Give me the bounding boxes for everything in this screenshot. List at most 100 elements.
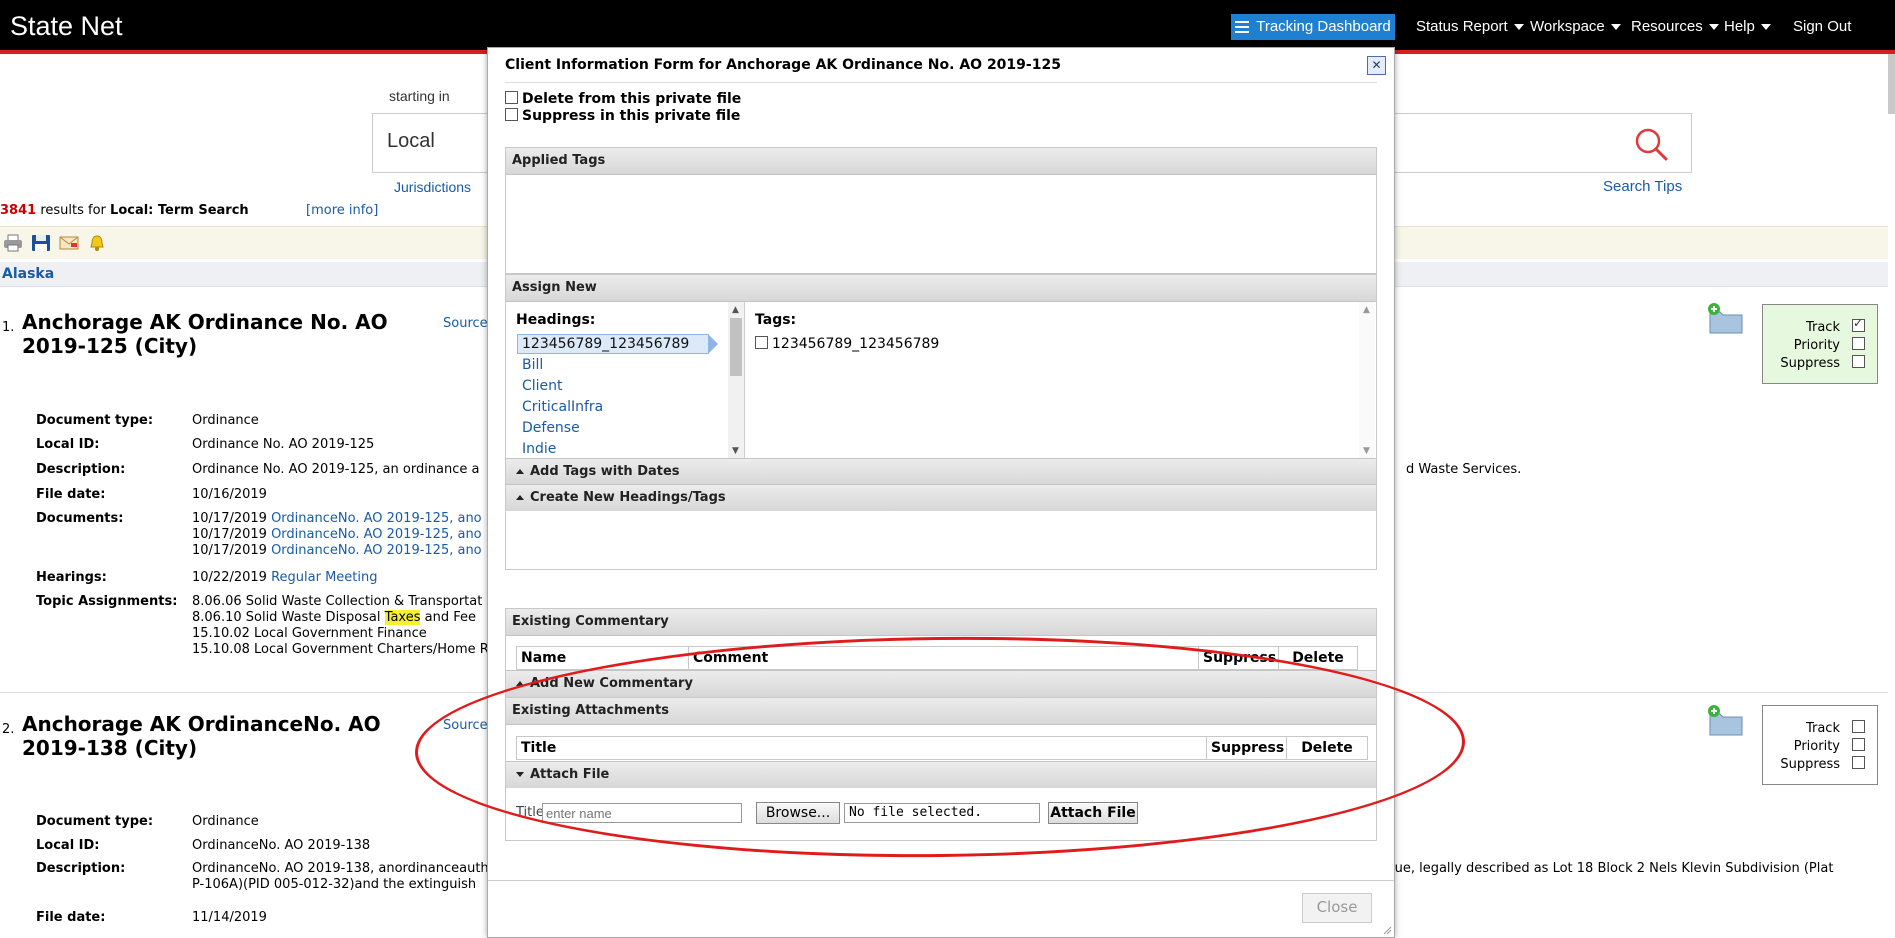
existing-attachments-panel: Existing Attachments Title Suppress Dele… xyxy=(505,697,1377,841)
column-comment: Comment xyxy=(689,647,1199,669)
attach-file-button[interactable]: Attach File xyxy=(1048,802,1138,824)
add-folder-icon[interactable] xyxy=(1706,302,1746,336)
browse-button[interactable]: Browse... xyxy=(756,802,840,824)
starting-in-label: starting in xyxy=(389,88,450,104)
close-icon[interactable]: ✕ xyxy=(1367,56,1386,75)
description-value: Ordinance No. AO 2019-125, an ordinance … xyxy=(192,462,480,477)
top-navigation-bar: State Net Tracking Dashboard Status Repo… xyxy=(0,0,1895,54)
document-entry: 10/17/2019 OrdinanceNo. AO 2019-125, ano xyxy=(192,511,482,526)
heading-item[interactable]: Defense xyxy=(522,420,580,436)
suppress-checkbox[interactable] xyxy=(1852,355,1865,368)
suppress-in-file-option[interactable]: Suppress in this private file xyxy=(505,108,740,124)
suppress-label: Suppress xyxy=(1780,757,1840,772)
tags-scrollbar[interactable]: ▲ ▼ xyxy=(1359,302,1375,458)
alert-bell-icon[interactable] xyxy=(87,234,107,252)
delete-checkbox[interactable] xyxy=(505,91,518,104)
local-id-value: Ordinance No. AO 2019-125 xyxy=(192,437,375,452)
page-scrollbar[interactable] xyxy=(1888,54,1895,114)
caret-down-icon xyxy=(1708,24,1719,31)
priority-label: Priority xyxy=(1793,739,1840,754)
create-headings-toggle[interactable]: Create New Headings/Tags xyxy=(506,484,1376,511)
close-button[interactable]: Close xyxy=(1302,893,1372,923)
heading-item-selected[interactable]: 123456789_123456789 xyxy=(517,334,718,354)
add-tags-with-dates-toggle[interactable]: Add Tags with Dates xyxy=(506,458,1376,485)
suppress-option[interactable]: Suppress xyxy=(1780,355,1865,371)
track-option[interactable]: Track xyxy=(1806,316,1865,335)
track-checkbox[interactable] xyxy=(1852,316,1865,332)
tag-label: 123456789_123456789 xyxy=(772,336,940,352)
scroll-thumb[interactable] xyxy=(730,318,742,376)
track-checkbox[interactable] xyxy=(1852,720,1865,733)
save-icon[interactable] xyxy=(31,234,51,252)
heading-item[interactable]: Indie xyxy=(522,441,556,457)
tracking-dashboard-button[interactable]: Tracking Dashboard xyxy=(1231,14,1395,40)
description-line-2: P-106A)(PID 005-012-32)and the extinguis… xyxy=(192,877,477,892)
attach-file-toggle[interactable]: Attach File xyxy=(506,761,1376,788)
suppress-option[interactable]: Suppress xyxy=(1780,756,1865,772)
scroll-up-icon[interactable]: ▲ xyxy=(1363,305,1370,315)
priority-checkbox[interactable] xyxy=(1852,738,1865,751)
delete-from-file-option[interactable]: Delete from this private file xyxy=(505,91,741,107)
add-tags-with-dates-label: Add Tags with Dates xyxy=(530,464,680,479)
tag-checkbox[interactable] xyxy=(755,336,768,349)
nav-help[interactable]: Help xyxy=(1724,14,1771,40)
result-title[interactable]: Anchorage AK Ordinance No. AO 2019-125 (… xyxy=(22,310,412,358)
nav-resources[interactable]: Resources xyxy=(1631,14,1719,40)
suppress-checkbox[interactable] xyxy=(1852,756,1865,769)
priority-option[interactable]: Priority xyxy=(1794,738,1865,754)
document-link[interactable]: OrdinanceNo. AO 2019-125, ano xyxy=(271,527,482,542)
column-suppress: Suppress xyxy=(1199,647,1279,669)
jurisdictions-link[interactable]: Jurisdictions xyxy=(394,179,471,195)
search-icon[interactable] xyxy=(1633,126,1669,162)
source-link[interactable]: Source xyxy=(443,718,488,733)
field-label: File date: xyxy=(36,487,106,502)
headings-scrollbar[interactable]: ▲ ▼ xyxy=(728,302,744,458)
field-label: Local ID: xyxy=(36,437,100,452)
add-folder-icon[interactable] xyxy=(1706,704,1746,738)
document-link[interactable]: OrdinanceNo. AO 2019-125, ano xyxy=(271,511,482,526)
heading-item[interactable]: Bill xyxy=(522,357,543,373)
heading-item[interactable]: CriticalInfra xyxy=(522,399,603,415)
result-title[interactable]: Anchorage AK OrdinanceNo. AO 2019-138 (C… xyxy=(22,712,412,760)
nav-workspace-label: Workspace xyxy=(1530,18,1605,35)
hearing-link[interactable]: Regular Meeting xyxy=(271,570,377,585)
state-name[interactable]: Alaska xyxy=(2,266,54,282)
tag-option[interactable]: 123456789_123456789 xyxy=(755,336,939,352)
priority-option[interactable]: Priority xyxy=(1794,337,1865,353)
add-new-commentary-toggle[interactable]: Add New Commentary xyxy=(506,670,1376,697)
field-label: Description: xyxy=(36,462,126,477)
caret-down-icon xyxy=(1610,24,1621,31)
heading-item[interactable]: Client xyxy=(522,378,563,394)
brand-logo[interactable]: State Net xyxy=(10,11,123,42)
nav-workspace[interactable]: Workspace xyxy=(1530,14,1621,40)
results-summary: 3841 results for Local: Term Search [mor… xyxy=(0,203,378,218)
file-status: No file selected. xyxy=(844,803,1040,823)
print-icon[interactable] xyxy=(3,234,23,252)
scroll-down-icon[interactable]: ▼ xyxy=(732,446,739,456)
source-link[interactable]: Source xyxy=(443,316,488,331)
column-suppress: Suppress xyxy=(1207,737,1287,759)
email-icon[interactable] xyxy=(59,234,79,252)
existing-attachments-header: Existing Attachments xyxy=(506,698,1376,725)
list-icon xyxy=(1235,18,1250,36)
nav-status-report[interactable]: Status Report xyxy=(1416,14,1524,40)
suppress-file-label: Suppress in this private file xyxy=(522,108,741,124)
search-scope-value: Local xyxy=(387,130,435,152)
suppress-file-checkbox[interactable] xyxy=(505,108,518,121)
column-title: Title xyxy=(517,737,1207,759)
search-tips-link[interactable]: Search Tips xyxy=(1603,178,1682,195)
resize-grip-icon[interactable] xyxy=(1382,925,1392,935)
topic-item: 15.10.08 Local Government Charters/Home … xyxy=(192,642,489,657)
track-option[interactable]: Track xyxy=(1806,720,1865,736)
priority-checkbox[interactable] xyxy=(1852,337,1865,350)
nav-resources-label: Resources xyxy=(1631,18,1703,35)
nav-sign-out[interactable]: Sign Out xyxy=(1793,14,1851,40)
more-info-link[interactable]: [more info] xyxy=(306,203,378,218)
field-label: Description: xyxy=(36,861,126,876)
result-number: 2. xyxy=(2,722,15,737)
topic-text: and Fee xyxy=(424,610,476,625)
document-link[interactable]: OrdinanceNo. AO 2019-125, ano xyxy=(271,543,482,558)
scroll-down-icon[interactable]: ▼ xyxy=(1363,446,1370,456)
attachment-title-input[interactable] xyxy=(542,803,742,823)
scroll-up-icon[interactable]: ▲ xyxy=(732,305,739,315)
